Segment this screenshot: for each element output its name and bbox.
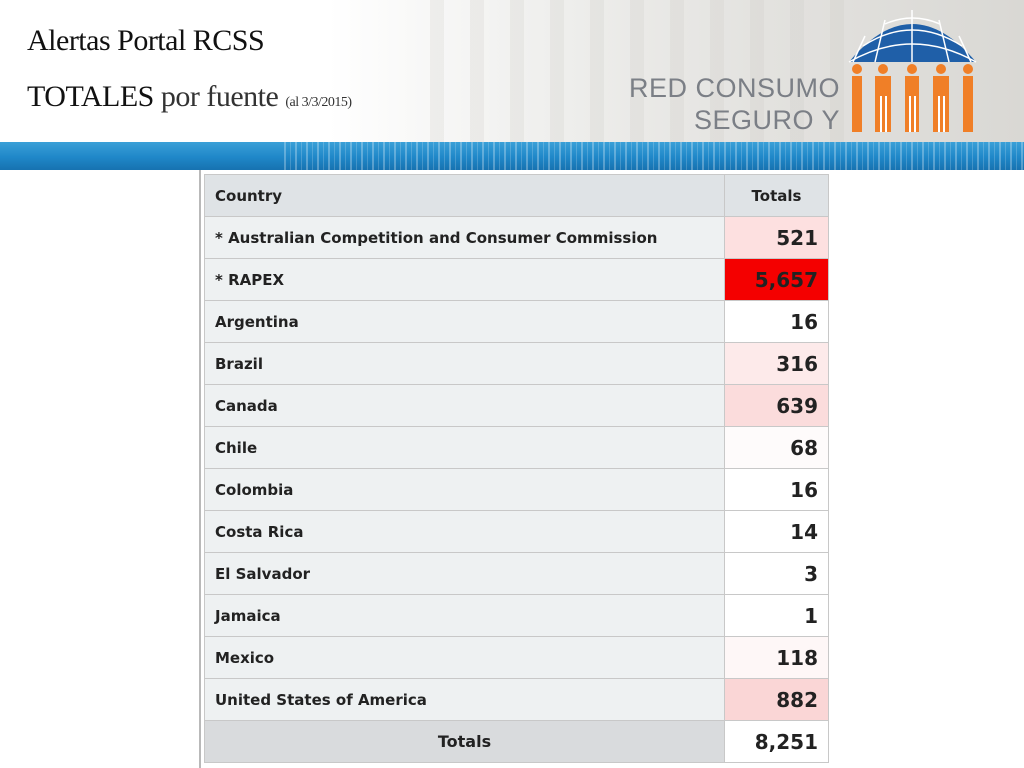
country-cell: * Australian Competition and Consumer Co… <box>204 216 725 259</box>
country-cell: Brazil <box>204 342 725 385</box>
total-cell: 118 <box>724 636 829 679</box>
table-row: United States of America 882 <box>204 678 829 721</box>
slide-header: Alertas Portal RCSS TOTALES por fuente (… <box>0 0 1024 142</box>
table-row: Mexico 118 <box>204 636 829 679</box>
table-row: Canada 639 <box>204 384 829 427</box>
total-cell: 521 <box>724 216 829 259</box>
total-cell: 882 <box>724 678 829 721</box>
table-row: Argentina 16 <box>204 300 829 343</box>
totals-table-container: Country Totals * Australian Competition … <box>204 174 829 763</box>
table-row: Chile 68 <box>204 426 829 469</box>
table-row: Costa Rica 14 <box>204 510 829 553</box>
subtitle-emphasis: TOTALES <box>27 80 154 113</box>
slide-subtitle: TOTALES por fuente (al 3/3/2015) <box>27 80 352 114</box>
brand-line-2: SEGURO Y SALUD <box>693 105 840 142</box>
table-row: El Salvador 3 <box>204 552 829 595</box>
totals-table: Country Totals * Australian Competition … <box>204 174 829 763</box>
country-cell: Canada <box>204 384 725 427</box>
total-cell: 16 <box>724 300 829 343</box>
footer-label: Totals <box>204 720 725 763</box>
table-header-row: Country Totals <box>204 174 829 217</box>
table-row: Colombia 16 <box>204 468 829 511</box>
table-row: * Australian Competition and Consumer Co… <box>204 216 829 259</box>
total-cell: 14 <box>724 510 829 553</box>
table-row: Brazil 316 <box>204 342 829 385</box>
rcss-logo-icon <box>848 10 977 132</box>
total-cell: 68 <box>724 426 829 469</box>
brand-line-1: RED CONSUMO <box>628 73 840 103</box>
brand-name: RED CONSUMO SEGURO Y SALUD <box>610 72 840 142</box>
total-cell: 3 <box>724 552 829 595</box>
country-cell: El Salvador <box>204 552 725 595</box>
left-divider <box>199 170 201 768</box>
total-cell: 1 <box>724 594 829 637</box>
table-row: * RAPEX 5,657 <box>204 258 829 301</box>
slide-title: Alertas Portal RCSS <box>27 24 265 57</box>
country-cell: Jamaica <box>204 594 725 637</box>
table-footer-row: Totals 8,251 <box>204 720 829 763</box>
total-cell: 16 <box>724 468 829 511</box>
table-row: Jamaica 1 <box>204 594 829 637</box>
column-header-totals: Totals <box>724 174 829 217</box>
footer-total: 8,251 <box>724 720 829 763</box>
country-cell: Costa Rica <box>204 510 725 553</box>
country-cell: United States of America <box>204 678 725 721</box>
subtitle-date: (al 3/3/2015) <box>285 95 352 110</box>
country-cell: Argentina <box>204 300 725 343</box>
header-stripe-pattern <box>284 142 1024 170</box>
country-cell: Mexico <box>204 636 725 679</box>
total-cell: 639 <box>724 384 829 427</box>
country-cell: Chile <box>204 426 725 469</box>
column-header-country: Country <box>204 174 725 217</box>
table-body: * Australian Competition and Consumer Co… <box>204 216 829 721</box>
country-cell: * RAPEX <box>204 258 725 301</box>
country-cell: Colombia <box>204 468 725 511</box>
total-cell: 316 <box>724 342 829 385</box>
subtitle-text: por fuente <box>153 80 286 113</box>
total-cell: 5,657 <box>724 258 829 301</box>
